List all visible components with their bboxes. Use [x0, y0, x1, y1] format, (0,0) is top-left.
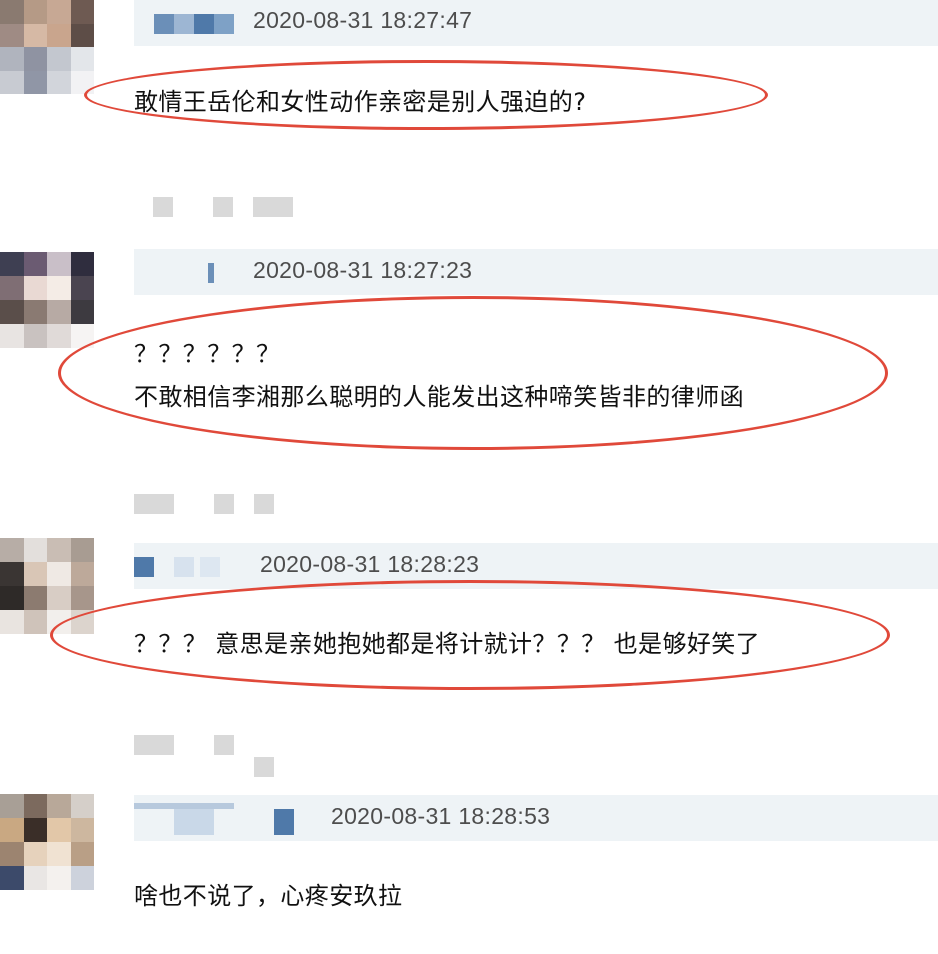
avatar-pixel [23, 0, 47, 24]
avatar-pixel [70, 47, 94, 71]
avatar-pixel [0, 324, 24, 348]
avatar-pixel [0, 562, 24, 586]
avatar-pixel [70, 562, 94, 586]
avatar-pixel [0, 610, 24, 634]
avatar-pixel [47, 866, 71, 890]
avatar-pixel [47, 70, 71, 94]
more-icon[interactable] [253, 197, 293, 217]
avatar-pixel [23, 794, 47, 818]
highlight-ellipse [84, 60, 768, 130]
avatar-pixel [23, 252, 47, 276]
avatar-pixel [0, 70, 24, 94]
avatar-pixel [47, 794, 71, 818]
avatar-pixel [0, 866, 24, 890]
like-icon[interactable] [214, 494, 234, 514]
avatar-pixel [23, 300, 47, 324]
avatar[interactable] [0, 252, 94, 348]
like-icon[interactable] [213, 197, 233, 217]
avatar-pixel [70, 276, 94, 300]
avatar-pixel [0, 586, 24, 610]
avatar-pixel [23, 586, 47, 610]
avatar-pixel [0, 47, 24, 71]
avatar-pixel [47, 842, 71, 866]
username-blurred[interactable] [134, 557, 230, 577]
avatar-pixel [70, 0, 94, 24]
avatar-pixel [70, 842, 94, 866]
avatar-pixel [70, 300, 94, 324]
highlight-ellipse [50, 580, 890, 690]
avatar-pixel [23, 538, 47, 562]
avatar-pixel [70, 23, 94, 47]
avatar-pixel [0, 276, 24, 300]
comment-actions [134, 494, 284, 516]
avatar-pixel [23, 818, 47, 842]
reply-icon[interactable] [134, 494, 174, 514]
more-icon[interactable] [254, 494, 274, 514]
avatar[interactable] [0, 0, 94, 94]
avatar-pixel [70, 252, 94, 276]
timestamp: 2020-08-31 18:28:53 [331, 803, 551, 829]
avatar-pixel [23, 866, 47, 890]
avatar-pixel [70, 586, 94, 610]
reply-icon[interactable] [153, 197, 173, 217]
avatar-pixel [0, 794, 24, 818]
avatar-pixel [0, 818, 24, 842]
avatar-pixel [23, 276, 47, 300]
avatar-pixel [47, 562, 71, 586]
avatar-pixel [0, 300, 24, 324]
more-icon[interactable] [254, 757, 274, 777]
avatar-pixel [70, 866, 94, 890]
avatar-pixel [0, 538, 24, 562]
avatar-pixel [23, 23, 47, 47]
avatar-pixel [70, 538, 94, 562]
timestamp: 2020-08-31 18:27:23 [253, 257, 473, 283]
comment-header: 2020-08-31 18:27:23 [134, 249, 938, 295]
avatar-pixel [47, 47, 71, 71]
avatar-pixel [47, 324, 71, 348]
avatar-pixel [47, 586, 71, 610]
highlight-ellipse [58, 296, 888, 450]
timestamp: 2020-08-31 18:28:23 [260, 551, 480, 577]
avatar-pixel [23, 70, 47, 94]
avatar-pixel [23, 610, 47, 634]
avatar-pixel [47, 0, 71, 24]
comment-actions [153, 197, 303, 219]
comment-header: 2020-08-31 18:28:53 [134, 795, 938, 841]
avatar-pixel [0, 0, 24, 24]
comment-actions [134, 735, 294, 777]
avatar-pixel [47, 300, 71, 324]
like-icon[interactable] [214, 735, 234, 755]
avatar-pixel [0, 23, 24, 47]
avatar-pixel [47, 23, 71, 47]
avatar-pixel [70, 794, 94, 818]
avatar-pixel [23, 324, 47, 348]
avatar-pixel [47, 276, 71, 300]
avatar-pixel [47, 252, 71, 276]
username-blurred[interactable] [154, 14, 234, 34]
avatar-pixel [23, 47, 47, 71]
username-blurred[interactable] [208, 263, 222, 283]
avatar-pixel [23, 562, 47, 586]
avatar-pixel [47, 818, 71, 842]
comment-text: 啥也不说了，心疼安玖拉 [134, 882, 403, 910]
timestamp: 2020-08-31 18:27:47 [253, 7, 473, 33]
avatar-pixel [70, 818, 94, 842]
avatar-pixel [47, 538, 71, 562]
avatar[interactable] [0, 794, 94, 890]
avatar-pixel [0, 842, 24, 866]
avatar-pixel [0, 252, 24, 276]
avatar-pixel [23, 842, 47, 866]
username-blurred[interactable] [134, 803, 294, 835]
reply-icon[interactable] [134, 735, 174, 755]
comment-header: 2020-08-31 18:27:47 [134, 0, 938, 46]
